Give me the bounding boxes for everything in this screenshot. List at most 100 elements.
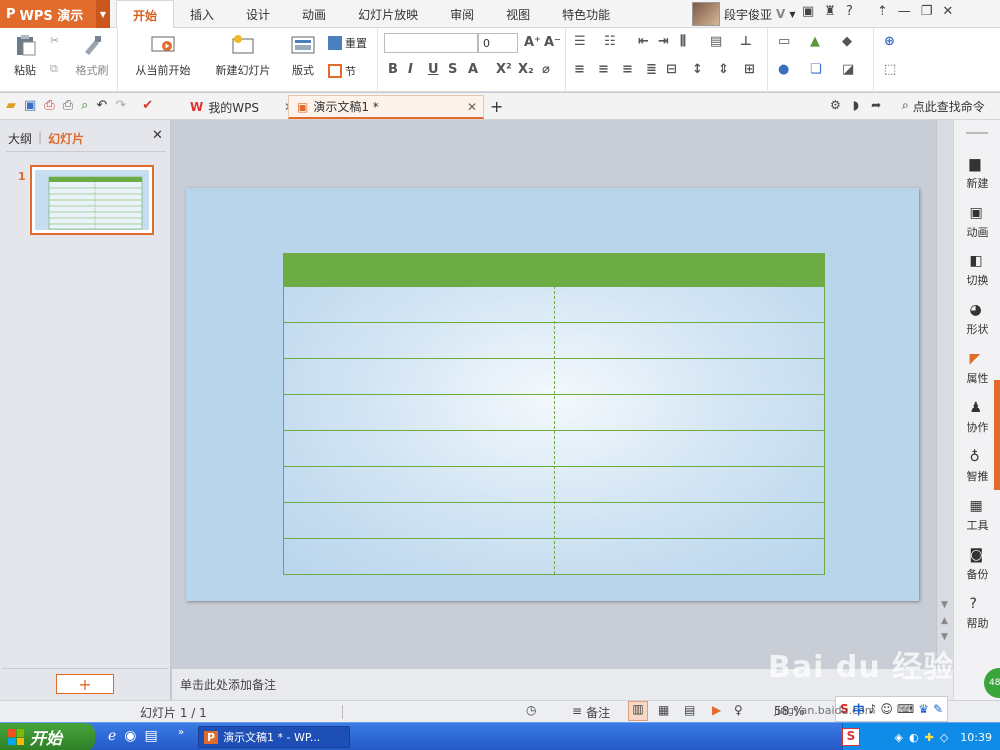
font-name-select[interactable] xyxy=(384,33,478,53)
underline-icon[interactable]: U xyxy=(428,62,439,77)
sidebar-item-transition[interactable]: ◧ 切换 xyxy=(954,253,1000,288)
tab-presentation-1[interactable]: ▣ 演示文稿1 * ✕ xyxy=(288,95,484,119)
chevron-down-icon[interactable]: ▼ xyxy=(96,0,110,28)
start-button[interactable]: 开始 xyxy=(0,723,95,750)
arrange-icon[interactable]: ❏ xyxy=(810,62,822,77)
play-slideshow-icon[interactable]: ▶ xyxy=(712,703,721,717)
format-painter-button[interactable]: 格式刷 xyxy=(72,28,112,78)
align-top-icon[interactable]: ⊥ xyxy=(740,34,752,49)
page-up-icon[interactable]: ▲ xyxy=(941,616,948,626)
redo-icon[interactable]: ↷ xyxy=(115,98,126,113)
tab-slides[interactable]: 幻灯片 xyxy=(48,130,84,147)
close-icon[interactable]: ✕ xyxy=(467,100,477,114)
paragraph-spacing-icon[interactable]: ⇕ xyxy=(718,62,729,77)
upload-icon[interactable]: ⇡ xyxy=(877,4,888,19)
tab-special[interactable]: 特色功能 xyxy=(546,0,626,28)
add-slide-button[interactable]: + xyxy=(56,674,114,694)
decrease-indent-icon[interactable]: ⇤ xyxy=(638,34,649,49)
find-command-box[interactable]: ⌕ 点此查找命令 xyxy=(902,98,985,115)
help-icon[interactable]: ? xyxy=(846,4,853,19)
tab-insert[interactable]: 插入 xyxy=(174,0,230,28)
distribute-icon[interactable]: ⊟ xyxy=(666,62,677,77)
history-icon[interactable]: ◷ xyxy=(526,703,536,717)
copy-button[interactable]: ⧉ xyxy=(50,62,58,76)
taskbar-item-wps[interactable]: P 演示文稿1 * - WP... xyxy=(198,726,350,748)
undo-icon[interactable]: ↶ xyxy=(96,98,107,113)
line-spacing-icon[interactable]: ↕ xyxy=(692,62,703,77)
reading-view-icon[interactable]: ▤ xyxy=(684,703,695,717)
preview-icon[interactable]: ⌕ xyxy=(81,98,88,113)
subscript-icon[interactable]: X₂ xyxy=(518,62,534,77)
select-icon[interactable]: ⬚ xyxy=(884,62,896,77)
network-icon[interactable]: ◈ xyxy=(895,731,903,744)
sidebar-item-help[interactable]: ? 帮助 xyxy=(954,596,1000,631)
close-icon[interactable]: ✕ xyxy=(152,128,163,143)
from-current-button[interactable]: 从当前开始 xyxy=(126,28,200,78)
volume-icon[interactable]: ◐ xyxy=(909,731,919,744)
normal-view-icon[interactable]: ▥ xyxy=(628,701,648,721)
save-icon[interactable]: ▣ xyxy=(24,98,36,113)
cut-button[interactable]: ✂ xyxy=(50,34,59,47)
shrink-font-icon[interactable]: A⁻ xyxy=(544,35,561,50)
table-header-row[interactable] xyxy=(284,254,824,286)
superscript-icon[interactable]: X² xyxy=(496,62,512,77)
align-left-icon[interactable]: ≡ xyxy=(574,62,585,77)
layout-button[interactable]: 版式 xyxy=(282,28,324,78)
close-icon[interactable]: ✕ xyxy=(942,4,953,19)
tab-outline[interactable]: 大纲 xyxy=(8,130,32,147)
numbered-list-icon[interactable]: ☷ xyxy=(604,34,616,49)
picture-icon[interactable]: ▲ xyxy=(810,34,820,49)
bold-icon[interactable]: B xyxy=(388,62,398,77)
page-down-icon[interactable]: ▼ xyxy=(941,632,948,642)
textbox-icon[interactable]: ▭ xyxy=(778,34,790,49)
sidebar-item-animation[interactable]: ▣ 动画 xyxy=(954,205,1000,240)
bullet-list-icon[interactable]: ☰ xyxy=(574,34,586,49)
text-direction-icon[interactable]: ⫼ xyxy=(680,34,686,49)
security-icon[interactable]: ✚ xyxy=(925,731,934,744)
increase-indent-icon[interactable]: ⇥ xyxy=(658,34,669,49)
sidebar-item-backup[interactable]: ◙ 备份 xyxy=(954,547,1000,582)
tab-slideshow[interactable]: 幻灯片放映 xyxy=(342,0,434,28)
slide-thumbnail[interactable] xyxy=(30,165,154,235)
sidebar-collapse-handle[interactable] xyxy=(994,380,1000,490)
shirt-icon[interactable]: ♜ xyxy=(824,4,836,19)
outline-icon[interactable]: ◪ xyxy=(842,62,854,77)
paste-button[interactable]: 粘贴 xyxy=(8,28,42,78)
vertical-scrollbar[interactable]: ▼ ▲ ▼ xyxy=(936,120,953,668)
strikethrough-icon[interactable]: S xyxy=(448,62,457,77)
new-tab-button[interactable]: + xyxy=(490,97,503,116)
tab-animation[interactable]: 动画 xyxy=(286,0,342,28)
shape-icon[interactable]: ● xyxy=(778,62,789,77)
pdf-icon[interactable]: ⎙ xyxy=(44,98,54,113)
bookmark-icon[interactable]: ◗ xyxy=(853,98,859,112)
clock[interactable]: 10:39 xyxy=(960,731,992,744)
chevron-down-icon[interactable]: ▼ xyxy=(789,10,795,19)
tab-design[interactable]: 设计 xyxy=(230,0,286,28)
sogou-tray-icon[interactable]: S xyxy=(842,728,860,746)
section-button[interactable]: 节 xyxy=(328,63,356,79)
tab-my-wps[interactable]: W 我的WPS ✕ xyxy=(182,95,302,119)
clear-format-icon[interactable]: ⌀ xyxy=(542,62,550,77)
settings-icon[interactable]: ⚙ xyxy=(830,98,841,112)
pin-icon[interactable]: ✔ xyxy=(142,98,153,113)
show-desktop-icon[interactable]: ▤ xyxy=(145,728,158,744)
minimize-icon[interactable]: — xyxy=(898,4,911,19)
tab-review[interactable]: 审阅 xyxy=(434,0,490,28)
user-account[interactable]: 段宇俊亚 V ▼ xyxy=(692,2,795,26)
skin-icon[interactable]: ▣ xyxy=(802,4,814,19)
justify-icon[interactable]: ≣ xyxy=(646,62,657,77)
sidebar-item-new[interactable]: ▆ 新建 xyxy=(954,156,1000,191)
new-slide-button[interactable]: 新建幻灯片 xyxy=(204,28,282,78)
sorter-view-icon[interactable]: ▦ xyxy=(658,703,669,717)
explorer-icon[interactable]: ◉ xyxy=(124,728,136,744)
chevron-icon[interactable]: » xyxy=(178,727,184,738)
font-color-icon[interactable]: A xyxy=(468,62,478,77)
shield-icon[interactable]: ◇ xyxy=(940,731,948,744)
font-size-select[interactable]: 0 xyxy=(478,33,518,53)
sidebar-item-tools[interactable]: ▦ 工具 xyxy=(954,498,1000,533)
share-icon[interactable]: ➦ xyxy=(871,98,881,112)
column-icon[interactable]: ▤ xyxy=(710,34,722,49)
restore-icon[interactable]: ❐ xyxy=(921,4,933,19)
tips-icon[interactable]: ♀ xyxy=(734,703,743,717)
align-center-icon[interactable]: ≡ xyxy=(598,62,609,77)
